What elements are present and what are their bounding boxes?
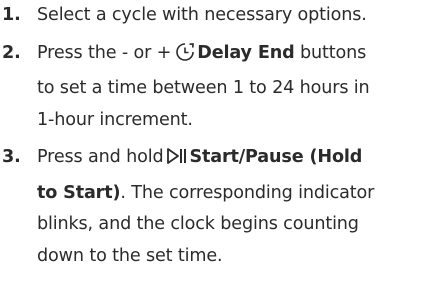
play-pause-icon xyxy=(166,146,188,178)
step-text: to set a time between 1 to 24 hours in xyxy=(37,78,370,98)
step-3-line-1: Press and hold Start/Pause (Hold xyxy=(37,142,442,178)
step-text: Select a cycle with necessary options. xyxy=(37,5,367,25)
step-number: 3. xyxy=(2,147,21,167)
step-text: blinks, and the clock begins counting xyxy=(37,214,359,234)
step-number: 1. xyxy=(2,5,21,25)
delay-end-button-label: Delay End xyxy=(197,42,295,63)
start-pause-button-label: to Start) xyxy=(37,182,121,203)
step-3: 3. Press and hold Start/Pause (Hold to St… xyxy=(0,142,446,272)
start-pause-button-label: Start/Pause (Hold xyxy=(189,147,363,167)
step-text: buttons xyxy=(299,42,367,63)
step-text: Press and hold xyxy=(37,147,164,167)
step-2-line-1: Press the - or + Delay End buttons xyxy=(37,38,442,74)
step-1: 1. Select a cycle with necessary options… xyxy=(0,0,446,32)
instruction-steps: 1. Select a cycle with necessary options… xyxy=(0,0,446,272)
step-text: down to the set time. xyxy=(37,245,223,266)
step-2: 2. Press the - or + Delay End buttons to … xyxy=(0,38,446,137)
clock-icon xyxy=(174,42,196,74)
step-text: 1-hour increment. xyxy=(37,109,193,130)
step-text: Press the - or + xyxy=(37,42,172,63)
step-3-line-2: to Start). The corresponding indicator xyxy=(37,178,442,210)
step-number: 2. xyxy=(2,42,21,63)
step-text: . The corresponding indicator xyxy=(120,182,375,203)
